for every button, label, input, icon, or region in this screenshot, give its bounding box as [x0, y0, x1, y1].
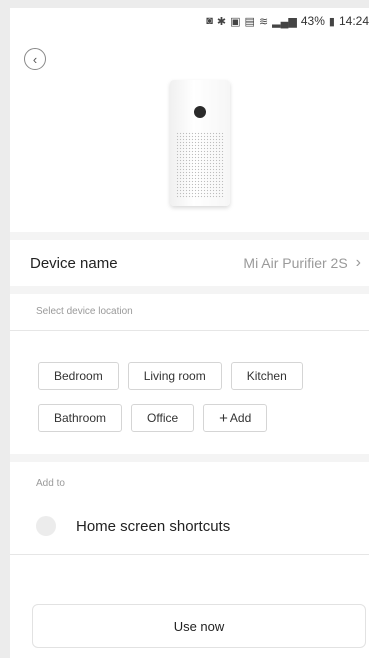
status-bar: ◙ ✱ ▣ ▤ ≋ ▂▄▆ 43% ▮ 14:24 — [10, 8, 369, 34]
device-name-label: Device name — [30, 254, 118, 272]
location-chip-bathroom[interactable]: Bathroom — [38, 404, 123, 432]
wifi-icon: ≋ — [258, 15, 269, 28]
location-chip-row: Bathroom Office + Add — [38, 404, 358, 432]
device-name-value: Mi Air Purifier 2S — [243, 255, 348, 271]
section-divider — [10, 286, 369, 294]
location-caption-divider — [10, 330, 369, 331]
clock: 14:24 — [338, 14, 369, 28]
location-caption: Select device location — [36, 306, 133, 317]
battery-level: 43% — [300, 14, 325, 28]
signal-icon: ▂▄▆ — [272, 15, 297, 28]
device-sensor — [194, 106, 206, 118]
add-location-button[interactable]: + Add — [203, 404, 268, 432]
section-divider — [10, 232, 369, 240]
home-screen-shortcut-option[interactable]: Home screen shortcuts — [10, 506, 369, 546]
shortcut-label: Home screen shortcuts — [76, 517, 231, 535]
location-chip-row: Bedroom Living room Kitchen — [38, 362, 358, 390]
add-location-label: Add — [229, 411, 252, 425]
notification-icon: ◙ — [206, 15, 213, 27]
shortcut-radio[interactable] — [36, 516, 56, 536]
chevron-left-icon: ‹ — [32, 51, 38, 67]
device-name-row[interactable]: Device name Mi Air Purifier 2S › — [10, 240, 369, 286]
location-chip-living-room[interactable]: Living room — [127, 362, 222, 390]
bluetooth-icon: ✱ — [216, 15, 227, 28]
plus-icon: + — [219, 409, 228, 427]
device-grille — [176, 132, 224, 198]
volte-icon: ▤ — [244, 15, 255, 28]
device-image — [170, 80, 230, 206]
use-now-button[interactable]: Use now — [32, 604, 366, 648]
shortcut-divider — [10, 554, 369, 555]
section-divider — [10, 454, 369, 462]
chevron-right-icon: › — [355, 254, 361, 271]
location-chip-bedroom[interactable]: Bedroom — [38, 362, 119, 390]
battery-icon: ▮ — [328, 15, 335, 28]
add-to-caption: Add to — [36, 478, 65, 489]
vibrate-icon: ▣ — [230, 15, 241, 28]
back-button[interactable]: ‹ — [24, 48, 46, 70]
location-chip-kitchen[interactable]: Kitchen — [230, 362, 303, 390]
app-screen: ◙ ✱ ▣ ▤ ≋ ▂▄▆ 43% ▮ 14:24 ‹ Device name … — [10, 8, 369, 658]
device-name-value-wrap: Mi Air Purifier 2S › — [243, 254, 361, 272]
location-chip-office[interactable]: Office — [131, 404, 195, 432]
